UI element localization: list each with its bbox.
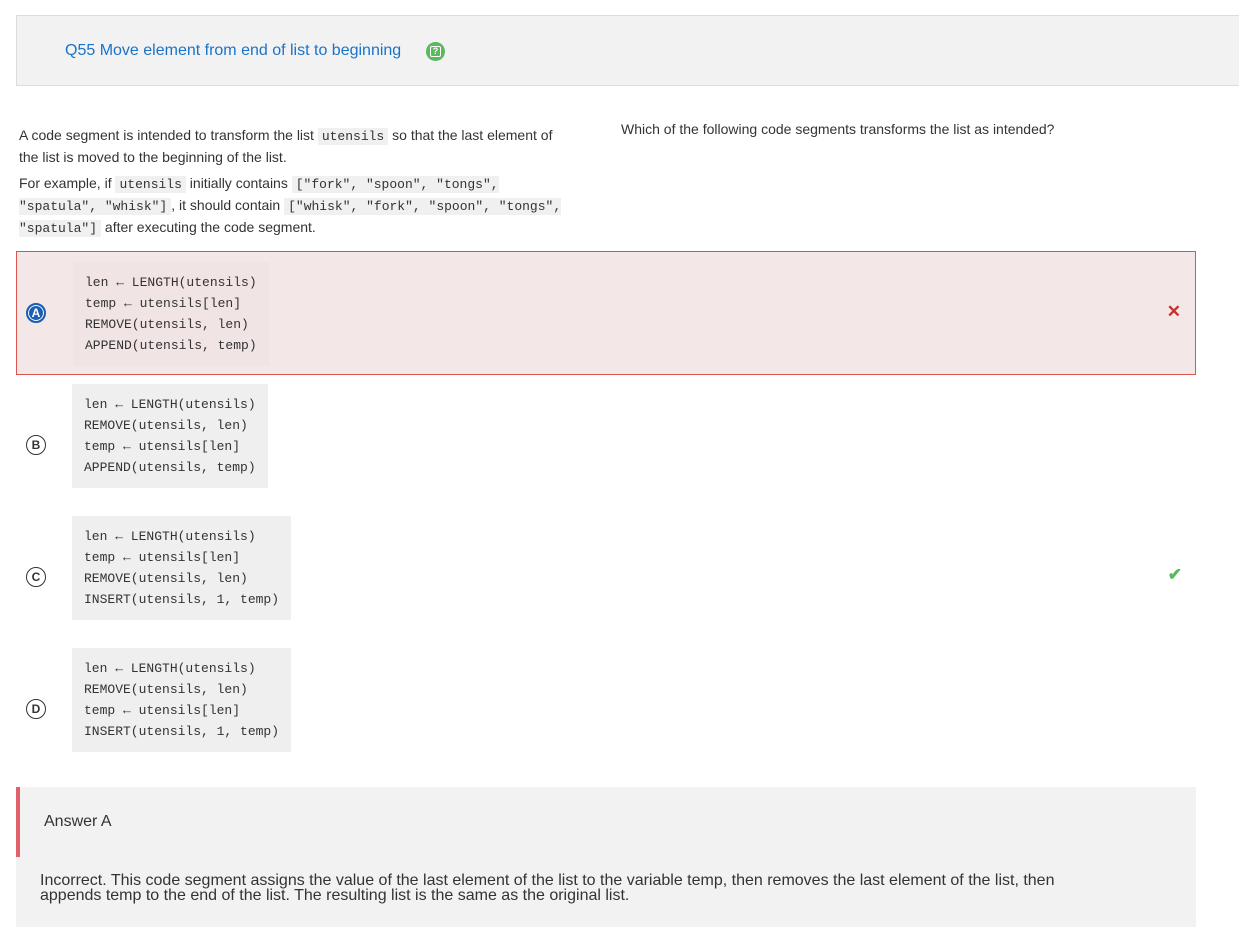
option-c-code: len ← LENGTH(utensils) temp ← utensils[l… (72, 516, 292, 620)
answer-panel: Answer A Incorrect. This code segment as… (16, 787, 1196, 927)
option-b-radio[interactable]: B (26, 435, 46, 455)
option-a[interactable]: A len ← LENGTH(utensils) temp ← utensils… (16, 251, 1196, 375)
inline-code: utensils (317, 128, 389, 145)
option-d[interactable]: D len ← LENGTH(utensils) REMOVE(utensils… (16, 648, 1196, 756)
question-prompt: A code segment is intended to transform … (19, 125, 569, 245)
question-text: Which of the following code segments tra… (621, 121, 1055, 137)
help-icon[interactable]: ? (426, 42, 445, 61)
option-b-code: len ← LENGTH(utensils) REMOVE(utensils, … (72, 384, 268, 488)
option-b[interactable]: B len ← LENGTH(utensils) REMOVE(utensils… (16, 384, 1196, 492)
prompt-text: A code segment is intended to transform … (19, 127, 318, 143)
question-title[interactable]: Q55 Move element from end of list to beg… (65, 42, 401, 60)
answer-title: Answer A (44, 813, 112, 830)
prompt-text: after executing the code segment. (101, 219, 316, 235)
question-header: Q55 Move element from end of list to beg… (16, 15, 1239, 86)
prompt-paragraph-2: For example, if utensils initially conta… (19, 173, 569, 239)
correct-check-icon: ✔ (1167, 565, 1182, 584)
prompt-paragraph-1: A code segment is intended to transform … (19, 125, 569, 167)
option-a-code: len ← LENGTH(utensils) temp ← utensils[l… (73, 262, 269, 366)
prompt-text: For example, if (19, 175, 116, 191)
option-c-radio[interactable]: C (26, 567, 46, 587)
answer-status-bar (16, 787, 20, 857)
incorrect-x-icon: ✕ (1166, 302, 1181, 321)
option-d-code: len ← LENGTH(utensils) REMOVE(utensils, … (72, 648, 292, 752)
prompt-text: , it should contain (171, 197, 285, 213)
option-a-radio[interactable]: A (26, 303, 46, 323)
option-c[interactable]: C len ← LENGTH(utensils) temp ← utensils… (16, 516, 1196, 624)
prompt-text: initially contains (185, 175, 292, 191)
inline-code: utensils (115, 176, 186, 193)
option-d-radio[interactable]: D (26, 699, 46, 719)
answer-explanation: Incorrect. This code segment assigns the… (40, 872, 1055, 904)
